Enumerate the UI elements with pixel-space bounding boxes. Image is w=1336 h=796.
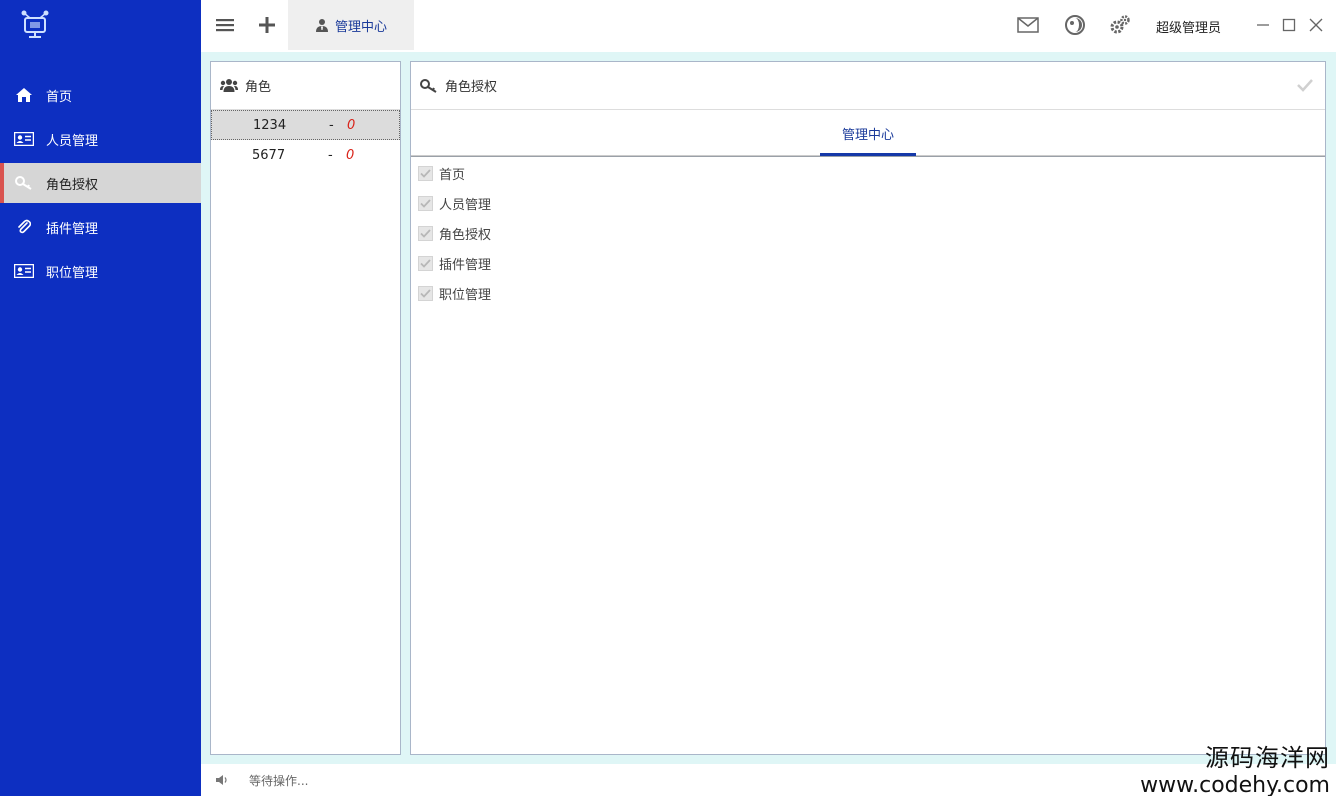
permission-checkbox[interactable]	[418, 255, 433, 271]
plus-icon[interactable]	[256, 14, 278, 36]
permission-checkbox[interactable]	[418, 285, 433, 301]
permission-list: 首页 人员管理 角色授权 插件管理 职位管理	[411, 156, 1325, 754]
permission-label: 首页	[439, 167, 466, 183]
role-auth-panel-header: 角色授权	[411, 62, 1325, 110]
role-count: 0	[346, 147, 355, 163]
sidebar-item-home[interactable]: 首页	[0, 75, 201, 115]
gears-icon[interactable]	[1109, 14, 1131, 36]
permission-label: 插件管理	[439, 257, 492, 273]
permission-item[interactable]: 插件管理	[418, 253, 491, 273]
roles-panel-title: 角色	[245, 80, 272, 95]
permission-checkbox[interactable]	[418, 165, 433, 181]
check-icon[interactable]	[1297, 78, 1313, 96]
app-logo-icon	[18, 8, 52, 42]
user-tie-icon	[315, 18, 329, 32]
sidebar-item-role-auth[interactable]: 角色授权	[0, 163, 201, 203]
maximize-icon[interactable]	[1278, 14, 1300, 36]
permission-checkbox[interactable]	[418, 195, 433, 211]
role-row[interactable]: 1234 - 0	[211, 110, 400, 140]
key-icon	[14, 173, 34, 193]
roles-panel-header: 角色	[211, 62, 400, 110]
permission-item[interactable]: 人员管理	[418, 193, 491, 213]
speaker-icon	[215, 773, 229, 787]
top-bar: 管理中心 超级管理员	[201, 0, 1336, 52]
tab-label: 管理中心	[334, 19, 387, 35]
permission-item[interactable]: 首页	[418, 163, 465, 183]
users-icon	[220, 78, 238, 94]
role-sep: -	[329, 117, 334, 133]
permission-item[interactable]: 职位管理	[418, 283, 491, 303]
key-icon	[420, 78, 438, 94]
sidebar: 首页 人员管理 角色授权 插件管理 职位管理	[0, 0, 201, 796]
sidebar-item-label: 人员管理	[46, 133, 99, 149]
hamburger-icon[interactable]	[214, 14, 236, 36]
permission-label: 人员管理	[439, 197, 492, 213]
sidebar-item-label: 角色授权	[46, 177, 99, 193]
sidebar-item-staff[interactable]: 人员管理	[0, 119, 201, 159]
permission-checkbox[interactable]	[418, 225, 433, 241]
paperclip-icon	[14, 217, 34, 237]
sidebar-item-label: 首页	[46, 89, 73, 105]
mail-icon[interactable]	[1017, 14, 1039, 36]
watermark-line1: 源码海洋网	[1205, 744, 1330, 772]
content-area: 角色 1234 - 0 5677 - 0 角色授权 管理中心 首页 人员管理 角…	[201, 52, 1336, 764]
sidebar-item-label: 插件管理	[46, 221, 99, 237]
tab-admin-center[interactable]: 管理中心	[820, 124, 916, 143]
close-icon[interactable]	[1305, 14, 1327, 36]
roles-panel: 角色 1234 - 0 5677 - 0	[210, 61, 401, 755]
watermark: 源码海洋网 www.codehy.com	[1140, 738, 1330, 796]
theme-icon[interactable]	[1064, 14, 1086, 36]
role-id: 5677	[252, 147, 286, 163]
status-text: 等待操作...	[249, 773, 309, 788]
role-count: 0	[347, 117, 356, 133]
permission-label: 角色授权	[439, 227, 492, 243]
permission-label: 职位管理	[439, 287, 492, 303]
tab-admin-center[interactable]: 管理中心	[288, 0, 414, 50]
sidebar-item-positions[interactable]: 职位管理	[0, 251, 201, 291]
role-id: 1234	[253, 117, 287, 133]
watermark-line2: www.codehy.com	[1140, 773, 1330, 796]
role-sep: -	[328, 147, 333, 163]
id-card-icon	[14, 261, 34, 281]
user-name[interactable]: 超级管理员	[1156, 17, 1221, 36]
sidebar-item-plugins[interactable]: 插件管理	[0, 207, 201, 247]
role-auth-panel-title: 角色授权	[445, 80, 498, 95]
auth-tabs-bar: 管理中心	[411, 110, 1325, 156]
role-row[interactable]: 5677 - 0	[211, 140, 400, 170]
id-card-icon	[14, 129, 34, 149]
permission-item[interactable]: 角色授权	[418, 223, 491, 243]
home-icon	[14, 85, 34, 105]
role-auth-panel: 角色授权 管理中心 首页 人员管理 角色授权 插件管理 职位管理	[410, 61, 1326, 755]
minimize-icon[interactable]	[1252, 14, 1274, 36]
sidebar-item-label: 职位管理	[46, 265, 99, 281]
